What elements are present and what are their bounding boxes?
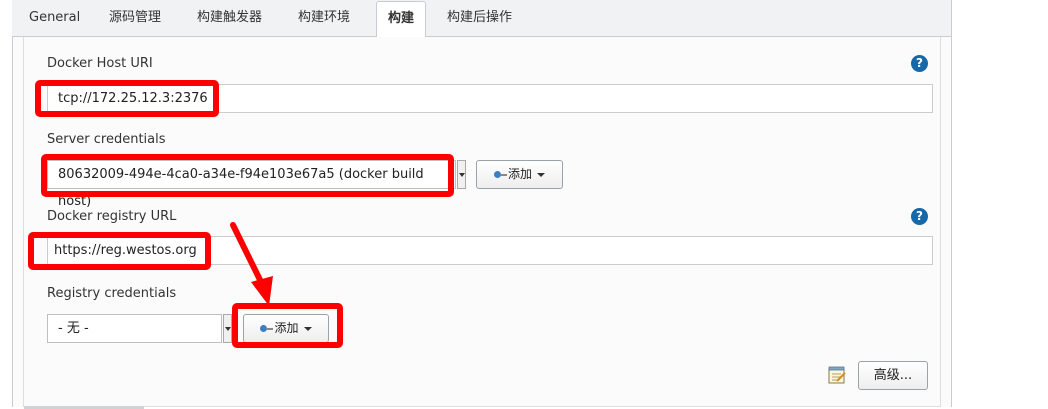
add-registry-credentials-button[interactable]: 添加 — [243, 314, 329, 343]
question-circle-icon[interactable]: ? — [911, 55, 928, 72]
docker-registry-url-label: Docker registry URL — [47, 209, 177, 224]
jenkins-config-page: General 源码管理 构建触发器 构建环境 构建 构建后操作 Docker … — [0, 0, 1048, 409]
docker-host-uri-label: Docker Host URI — [47, 56, 153, 71]
key-icon — [493, 170, 507, 179]
advanced-button[interactable]: 高级... — [858, 361, 928, 390]
server-credentials-label: Server credentials — [47, 132, 166, 147]
add-server-credentials-button[interactable]: 添加 — [476, 160, 563, 189]
config-tab-bar: General 源码管理 构建触发器 构建环境 构建 构建后操作 — [12, 0, 952, 38]
caret-down-icon — [537, 172, 545, 177]
build-section: Docker Host URI ? tcp://172.25.12.3:2376… — [12, 37, 952, 407]
tab-post-build-actions[interactable]: 构建后操作 — [447, 0, 512, 37]
docker-build-step: Docker Host URI ? tcp://172.25.12.3:2376… — [23, 37, 941, 407]
caret-down-icon — [303, 326, 312, 331]
question-circle-icon[interactable]: ? — [911, 208, 928, 225]
tab-build-environment[interactable]: 构建环境 — [298, 0, 350, 37]
chevron-down-icon[interactable] — [457, 160, 466, 189]
docker-host-uri-input[interactable]: tcp://172.25.12.3:2376 — [47, 84, 933, 113]
registry-credentials-label: Registry credentials — [47, 286, 177, 301]
tab-build-triggers[interactable]: 构建触发器 — [197, 0, 262, 37]
tab-build[interactable]: 构建 — [376, 1, 427, 38]
registry-credentials-select[interactable]: - 无 - — [47, 314, 222, 343]
server-credentials-select[interactable]: 80632009-494e-4ca0-a34e-f94e103e67a5 (do… — [47, 160, 456, 209]
tab-source-code-management[interactable]: 源码管理 — [109, 0, 161, 37]
red-arrow-icon — [230, 222, 273, 306]
add-button-label: 添加 — [274, 321, 299, 335]
add-button-label: 添加 — [507, 167, 532, 181]
docker-registry-url-input[interactable]: https://reg.westos.org — [47, 236, 933, 265]
key-icon — [260, 324, 274, 333]
tab-general[interactable]: General — [29, 0, 80, 37]
notepad-icon[interactable] — [827, 365, 847, 385]
chevron-down-icon[interactable] — [223, 314, 232, 343]
